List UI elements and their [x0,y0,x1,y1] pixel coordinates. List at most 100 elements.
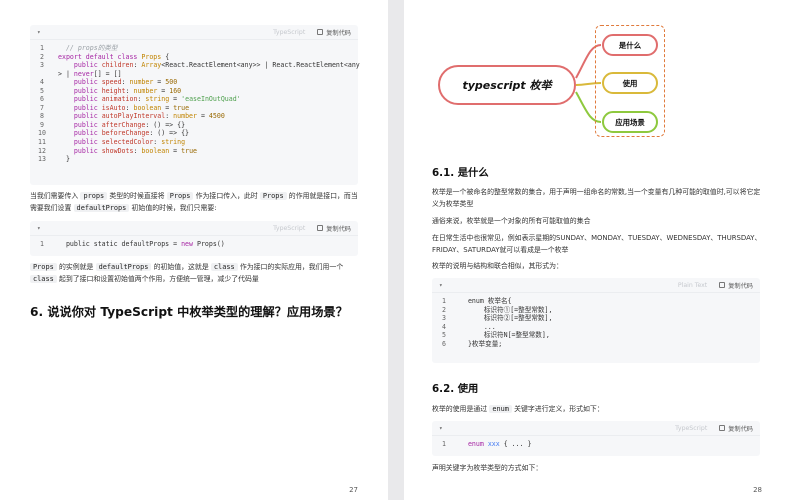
code-line: 4 ... [432,323,760,332]
text-run: 作为接口的实际应用，我们用一个 [237,263,344,271]
code-token: = [153,78,166,87]
code-text: public children: Array<React.ReactElemen… [54,61,360,70]
code-block-enum-usage: ▾ TypeScript 复制代码 1 enum xxx { ... } [432,421,760,456]
line-number: 3 [40,61,44,70]
code-body: 1 // props的类型 2 export default class Props… [30,40,360,168]
inline-code: props [80,192,108,200]
code-token: 4500 [208,112,225,121]
code-token: [] = [] [93,69,122,78]
line-number: 1 [442,440,446,448]
code-block-header: ▾ TypeScript 复制代码 [30,221,358,236]
line-number: 10 [38,129,46,138]
collapse-arrow-icon[interactable]: ▾ [439,282,449,289]
text-run: 作为接口传入，此时 [193,192,260,200]
copy-icon [719,282,726,288]
code-token: > | [58,69,74,78]
inline-code: Props [259,192,287,200]
copy-code-button[interactable]: 复制代码 [317,28,351,37]
code-block-header: ▾ TypeScript 复制代码 [432,421,760,436]
section-heading-6: 6. 说说你对 TypeScript 中枚举类型的理解？应用场景？ [30,305,348,319]
collapse-arrow-icon[interactable]: ▾ [37,29,47,36]
line-number: 1 [442,297,446,305]
code-token: string [161,138,186,147]
code-token: xxx [487,440,500,448]
code-line: 6 public animation: string = 'easeInOutQ… [30,95,358,104]
copy-code-button[interactable]: 复制代码 [317,224,351,233]
code-text: // props的类型 [54,44,118,53]
page-number: 28 [753,486,762,494]
line-number: 6 [442,339,446,348]
code-line: 10 public beforeChange: () => {} [30,129,358,138]
code-token: }枚举变量; [460,339,503,348]
paragraph-enum-form: 枚举的说明与结构和联合相似，其形式为： [432,262,563,270]
line-number: 2 [442,305,446,314]
collapse-arrow-icon[interactable]: ▾ [37,225,47,232]
code-language: Plain Text [677,281,708,289]
code-token: Props() [196,240,225,248]
code-token: height [101,86,126,95]
code-token: isAuto [101,103,126,112]
code-line: 1 // props的类型 [30,44,358,53]
code-line: 4 public speed: number = 500 [30,78,358,87]
text-run: 关键字进行定义，形式如下： [511,405,604,413]
paragraph-enum-declare: 声明关键字为枚举类型的方式如下： [432,464,543,472]
code-token: public [73,78,102,87]
code-text: > | never[] = [] [54,70,122,79]
code-token: new [181,240,197,248]
copy-code-button[interactable]: 复制代码 [719,281,753,290]
paragraph-default-props: Props 的实例就是 defaultProps 的初始值，这就是 class … [30,261,360,285]
code-line: 8 public autoPlayInterval: number = 4500 [30,112,358,121]
inline-code: Props [30,263,57,271]
code-token: Props [141,52,162,61]
code-line: 9 public afterChange: () => {} [30,121,358,130]
line-number [30,70,54,79]
code-text: 标识符N[=整型常数], [456,331,550,340]
code-token: { [161,52,170,61]
code-line: 2 export default class Props { [30,53,358,62]
code-text: public afterChange: () => {} [54,121,185,130]
code-text: enum 枚举名{ [456,297,512,306]
code-block-header: ▾ Plain Text 复制代码 [432,278,760,293]
code-token: speed [101,78,122,87]
line-number: 5 [442,331,446,340]
code-token: = [197,112,209,121]
collapse-arrow-icon[interactable]: ▾ [439,425,449,432]
inline-code: enum [489,405,512,413]
code-token: 标识符N[=整型常数], [460,331,550,340]
code-token: true [173,103,190,112]
code-text: ... [456,323,496,332]
line-number: 4 [40,78,44,87]
line-number: 1 [40,44,44,52]
inline-code: Props [166,192,194,200]
paragraph-enum-example: 在日常生活中也很常见，例如表示星期的SUNDAY、MONDAY、TUESDAY、… [432,234,762,254]
code-text: enum xxx { ... } [456,440,532,449]
code-token: public static defaultProps = [58,240,182,248]
code-token: <React.ReactElement<any>> | React.ReactE… [161,61,360,70]
code-token: public [73,120,102,129]
code-body: 1 public static defaultProps = new Props… [30,236,358,253]
code-token: 160 [169,86,182,95]
code-text: export default class Props { [54,53,169,62]
code-token: enum 枚举名{ [460,297,512,305]
code-token: 'easeInOutQuad' [181,95,241,104]
paragraph-props-interface: 当我们需要传入 props 类型的时候直接将 Props 作为接口传入，此时 P… [30,190,360,214]
copy-code-button[interactable]: 复制代码 [719,424,753,433]
code-body: 1 enum 枚举名{2 标识符①[=整型常数], 3 标识符②[=整型常数], 4… [432,293,760,352]
code-token: autoPlayInterval [101,112,166,121]
copy-code-label: 复制代码 [728,425,753,433]
code-token: : () => {} [145,120,186,129]
code-text: public selectedColor: string [54,138,185,147]
code-token: public [73,103,102,112]
code-token: true [181,146,198,155]
code-text: } [54,155,70,164]
paragraph-enum-plain: 通俗来说，枚举就是一个对象的所有可能取值的集合 [432,217,591,225]
code-token: selectedColor [101,138,154,147]
code-text: public isAuto: boolean = true [54,104,189,113]
code-line: 3 public children: Array<React.ReactElem… [30,61,360,70]
code-body: 1 enum xxx { ... } [432,436,760,453]
text-run: 的实例就是 [56,263,96,271]
copy-code-label: 复制代码 [728,282,753,290]
